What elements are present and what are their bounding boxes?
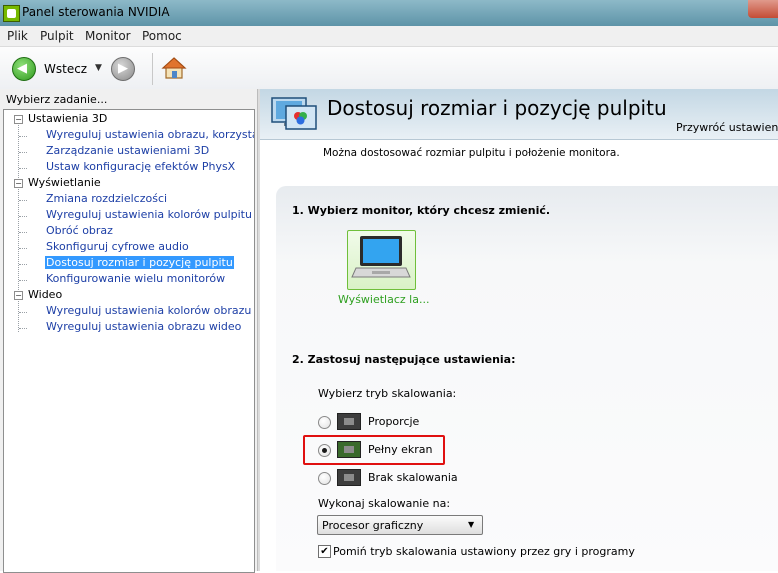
tree-line	[18, 298, 19, 332]
collapse-icon[interactable]: −	[14, 115, 23, 124]
tree-item-rotate[interactable]: Obróć obraz	[46, 224, 113, 237]
task-pane-label: Wybierz zadanie...	[6, 93, 108, 106]
menu-bar: Plik Pulpit Monitor Pomoc	[0, 26, 778, 47]
tree-item-image-settings-3d[interactable]: Wyreguluj ustawienia obrazu, korzystając…	[46, 128, 254, 141]
window-title: Panel sterowania NVIDIA	[22, 5, 170, 19]
tree-line	[18, 122, 19, 180]
tree-line	[19, 280, 27, 281]
tree-item-physx[interactable]: Ustaw konfigurację efektów PhysX	[46, 160, 235, 173]
arrow-left-icon: ◀	[17, 61, 27, 76]
tree-item-digital-audio[interactable]: Skonfiguruj cyfrowe audio	[46, 240, 189, 253]
monitor-tile[interactable]	[347, 230, 416, 290]
tree-line	[19, 216, 27, 217]
back-dropdown-icon[interactable]: ▼	[95, 63, 102, 73]
option-no-scaling-label[interactable]: Brak skalowania	[368, 471, 458, 484]
tree-line	[19, 232, 27, 233]
override-scaling-label[interactable]: Pomiń tryb skalowania ustawiony przez gr…	[333, 545, 635, 558]
toolbar-separator	[152, 53, 153, 85]
tree-item-multi-monitor[interactable]: Konfigurowanie wielu monitorów	[46, 272, 225, 285]
perform-scaling-select[interactable]: Procesor graficzny ▼	[317, 515, 483, 535]
aspect-ratio-icon	[337, 413, 361, 430]
tree-item-resolution[interactable]: Zmiana rozdzielczości	[46, 192, 167, 205]
collapse-icon[interactable]: −	[14, 291, 23, 300]
radio-no-scaling[interactable]	[318, 472, 331, 485]
tree-item-desktop-color[interactable]: Wyreguluj ustawienia kolorów pulpitu	[46, 208, 252, 221]
back-label[interactable]: Wstecz	[44, 62, 87, 76]
menu-monitor[interactable]: Monitor	[85, 29, 131, 43]
home-icon[interactable]	[161, 56, 187, 80]
forward-button[interactable]: ▶	[111, 57, 135, 81]
chevron-down-icon: ▼	[468, 520, 475, 529]
tree-line	[19, 248, 27, 249]
back-button[interactable]: ◀	[12, 57, 36, 81]
toolbar: ◀ Wstecz ▼ ▶	[0, 47, 778, 90]
tree-group-3d[interactable]: Ustawienia 3D	[28, 112, 107, 125]
task-tree: − Ustawienia 3D Wyreguluj ustawienia obr…	[3, 109, 255, 573]
tree-line	[19, 136, 27, 137]
content-pane: Dostosuj rozmiar i pozycję pulpitu Przyw…	[260, 89, 778, 571]
tree-line	[18, 186, 19, 292]
task-pane: Wybierz zadanie... − Ustawienia 3D Wyreg…	[0, 89, 257, 573]
arrow-right-icon: ▶	[118, 61, 128, 76]
tree-item-video-image[interactable]: Wyreguluj ustawienia obrazu wideo	[46, 320, 241, 333]
highlight-box	[303, 435, 445, 465]
override-scaling-checkbox[interactable]: ✔	[318, 545, 331, 558]
monitor-label[interactable]: Wyświetlacz la...	[338, 293, 429, 306]
perform-scaling-label: Wykonaj skalowanie na:	[318, 497, 451, 510]
title-bar: Panel sterowania NVIDIA	[0, 0, 778, 26]
collapse-icon[interactable]: −	[14, 179, 23, 188]
laptop-icon	[351, 236, 411, 278]
restore-defaults-link[interactable]: Przywróć ustawienia	[676, 121, 778, 134]
menu-pulpit[interactable]: Pulpit	[40, 29, 74, 43]
tree-line	[19, 328, 27, 329]
option-aspect-ratio-label[interactable]: Proporcje	[368, 415, 419, 428]
tree-item-video-color[interactable]: Wyreguluj ustawienia kolorów obrazu wide…	[46, 304, 254, 317]
radio-aspect-ratio[interactable]	[318, 416, 331, 429]
nvidia-logo-icon	[3, 5, 20, 22]
close-button[interactable]	[748, 0, 778, 18]
tree-item-desktop-size[interactable]: Dostosuj rozmiar i pozycję pulpitu	[45, 256, 234, 269]
page-title: Dostosuj rozmiar i pozycję pulpitu	[327, 96, 667, 120]
page-header: Dostosuj rozmiar i pozycję pulpitu Przyw…	[260, 89, 778, 140]
tree-group-video[interactable]: Wideo	[28, 288, 62, 301]
step2-heading: 2. Zastosuj następujące ustawienia:	[292, 353, 516, 366]
tree-item-manage-3d[interactable]: Zarządzanie ustawieniami 3D	[46, 144, 209, 157]
no-scaling-icon	[337, 469, 361, 486]
perform-scaling-value: Procesor graficzny	[322, 519, 424, 532]
scaling-mode-label: Wybierz tryb skalowania:	[318, 387, 457, 400]
step1-heading: 1. Wybierz monitor, który chcesz zmienić…	[292, 204, 551, 217]
tree-line	[19, 264, 27, 265]
tree-line	[19, 312, 27, 313]
tree-line	[19, 200, 27, 201]
page-description: Można dostosować rozmiar pulpitu i położ…	[323, 147, 620, 159]
tree-line	[19, 152, 27, 153]
display-settings-icon	[270, 95, 322, 135]
tree-group-display[interactable]: Wyświetlanie	[28, 176, 101, 189]
tree-line	[19, 168, 27, 169]
menu-pomoc[interactable]: Pomoc	[142, 29, 182, 43]
menu-plik[interactable]: Plik	[7, 29, 28, 43]
